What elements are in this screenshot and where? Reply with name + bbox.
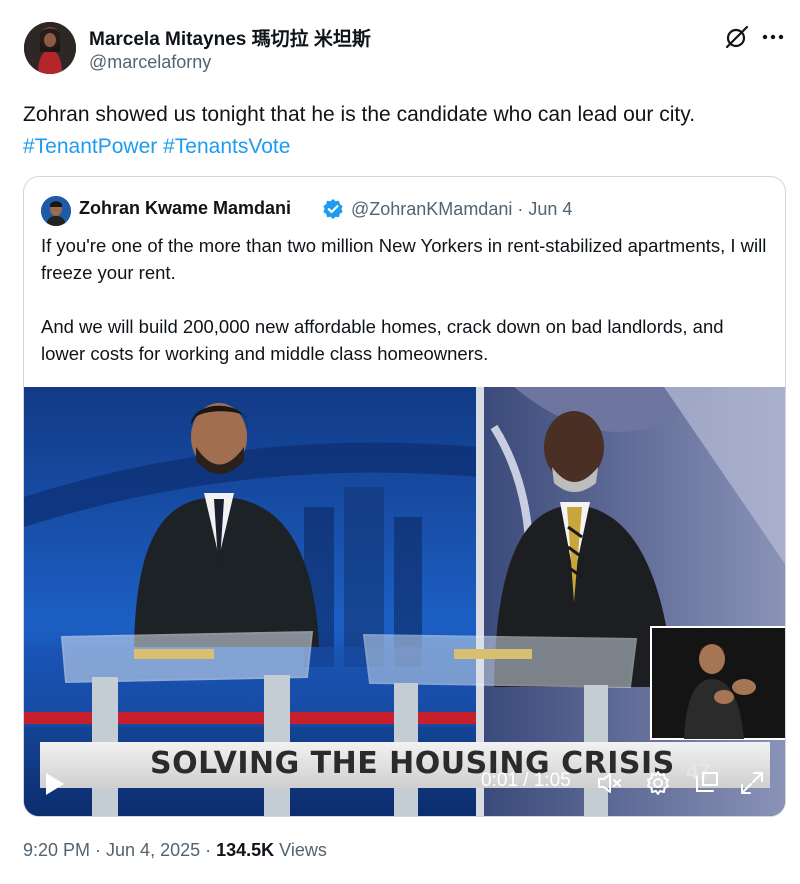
quoted-paragraph: And we will build 200,000 new affordable… bbox=[41, 316, 724, 364]
verified-badge-icon bbox=[322, 198, 344, 220]
fullscreen-icon[interactable] bbox=[738, 769, 766, 797]
views-label: Views bbox=[274, 840, 327, 860]
tweet: Marcela Mitaynes 瑪切拉 米坦斯 @marcelaforny Z… bbox=[0, 0, 800, 884]
quoted-handle-date[interactable]: @ZohranKMamdani · Jun 4 bbox=[351, 199, 572, 220]
pip-icon[interactable] bbox=[693, 769, 721, 797]
settings-icon[interactable] bbox=[644, 769, 672, 797]
hashtag-tenantsvote[interactable]: #TenantsVote bbox=[163, 135, 290, 158]
video-time: 0:01 / 1:05 bbox=[481, 770, 571, 791]
quoted-paragraph: If you're one of the more than two milli… bbox=[41, 235, 767, 283]
play-icon[interactable] bbox=[40, 769, 68, 799]
tweet-text: Zohran showed us tonight that he is the … bbox=[23, 99, 793, 163]
views-count[interactable]: 134.5K bbox=[216, 840, 274, 860]
mute-icon[interactable] bbox=[596, 769, 624, 797]
author-name[interactable]: Marcela Mitaynes 瑪切拉 米坦斯 bbox=[89, 24, 371, 51]
tweet-body: Zohran showed us tonight that he is the … bbox=[23, 103, 696, 126]
grok-icon[interactable] bbox=[724, 24, 750, 50]
author-handle[interactable]: @marcelaforny bbox=[89, 52, 211, 73]
video-player[interactable]: SOLVING THE HOUSING CRISIS 47 0:01 / 1:0… bbox=[24, 387, 785, 816]
tweet-metadata: 9:20 PM · Jun 4, 2025 · 134.5K Views bbox=[23, 840, 327, 861]
quoted-text: If you're one of the more than two milli… bbox=[41, 232, 771, 367]
quoted-author-name[interactable]: Zohran Kwame Mamdani bbox=[79, 198, 291, 219]
hashtag-tenantpower[interactable]: #TenantPower bbox=[23, 135, 157, 158]
more-options-icon[interactable] bbox=[759, 24, 787, 50]
quoted-tweet[interactable]: Zohran Kwame Mamdani @ZohranKMamdani · J… bbox=[23, 176, 786, 817]
author-avatar[interactable] bbox=[24, 22, 76, 74]
quoted-author-avatar[interactable] bbox=[41, 196, 71, 226]
timestamp[interactable]: 9:20 PM · Jun 4, 2025 · bbox=[23, 840, 216, 860]
